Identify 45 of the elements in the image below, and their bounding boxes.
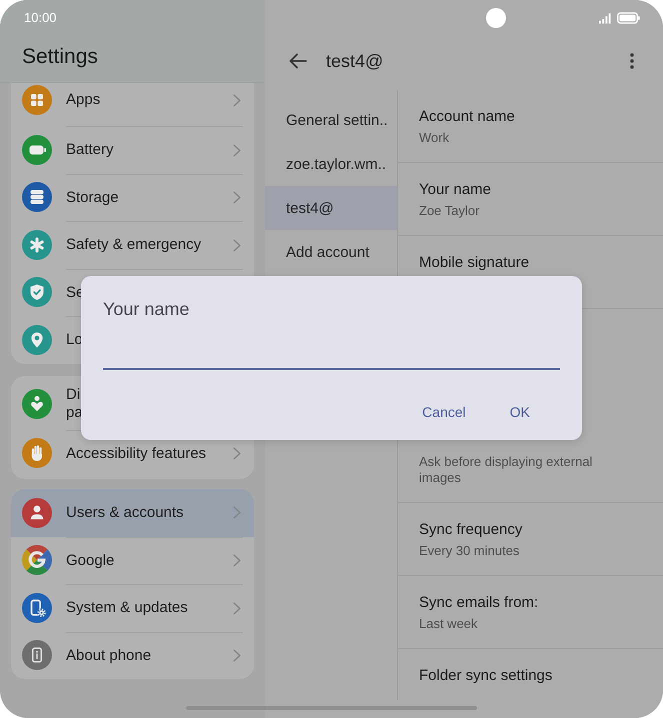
settings-item[interactable]: Apps — [11, 83, 254, 126]
setting-value: Last week — [419, 616, 479, 632]
setting-title[interactable]: Account name — [419, 108, 620, 126]
dialog-title: Your name — [103, 298, 190, 320]
settings-title: Settings — [22, 45, 98, 68]
account-item[interactable]: test4@ — [265, 186, 397, 230]
phone-gear-icon — [22, 592, 52, 623]
back-arrow-icon[interactable] — [289, 53, 307, 69]
asterisk-icon — [22, 230, 52, 260]
setting-title[interactable]: Mobile signature — [419, 254, 620, 272]
dialog-button[interactable]: Cancel — [412, 396, 476, 428]
settings-item[interactable]: System & updates — [11, 584, 254, 632]
settings-item[interactable]: Google — [11, 536, 254, 584]
setting-value: Work — [419, 130, 450, 146]
shield-icon — [22, 277, 52, 308]
settings-item[interactable]: Storage — [11, 174, 254, 221]
hand-icon — [22, 438, 52, 468]
account-item[interactable]: Add account — [265, 230, 397, 274]
battery-icon — [617, 12, 640, 24]
setting-value: Zoe Taylor — [419, 203, 480, 219]
settings-item[interactable]: Users & accounts — [11, 489, 254, 536]
setting-title[interactable]: Sync frequency — [419, 521, 620, 539]
setting-title[interactable]: Folder sync settings — [419, 667, 620, 685]
location-pin-icon — [22, 324, 52, 355]
setting-value: Ask before displaying external images — [419, 454, 594, 486]
account-item[interactable]: General settin.. — [265, 98, 397, 142]
person-icon — [22, 498, 52, 528]
setting-title[interactable]: Your name — [419, 181, 620, 199]
account-item[interactable]: zoe.taylor.wm.. — [265, 142, 397, 186]
settings-item[interactable]: Battery — [11, 126, 254, 174]
settings-item[interactable]: Safety & emergency — [11, 221, 254, 268]
status-time: 10:00 — [24, 10, 57, 26]
account-title: test4@ — [326, 50, 384, 72]
setting-value: Every 30 minutes — [419, 543, 520, 559]
camera-cutout-icon — [486, 8, 506, 28]
setting-title[interactable]: Sync emails from: — [419, 594, 620, 612]
google-logo-icon — [22, 545, 52, 576]
info-icon — [22, 640, 52, 670]
storage-icon — [22, 182, 52, 212]
settings-item[interactable]: About phone — [11, 632, 254, 679]
more-options-icon[interactable] — [630, 53, 634, 69]
battery-icon — [22, 134, 52, 165]
signal-icon — [599, 12, 612, 24]
dialog-button[interactable]: OK — [500, 396, 540, 428]
grid-icon — [22, 85, 52, 115]
